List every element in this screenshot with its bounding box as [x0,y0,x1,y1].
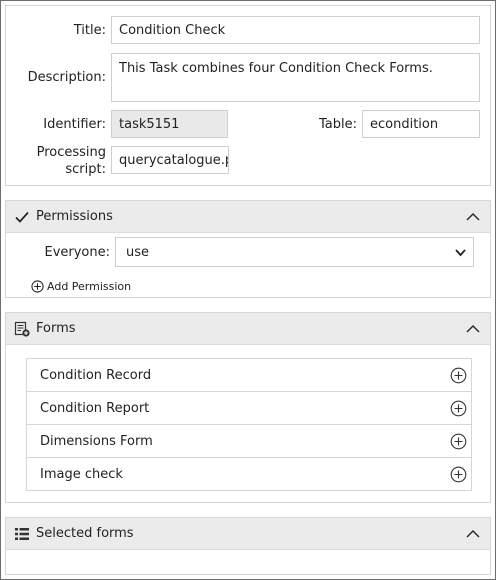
selected-forms-header[interactable]: Selected forms [6,518,490,550]
form-name: Image check [40,467,123,482]
description-label: Description: [27,70,106,85]
list-icon [15,528,29,540]
permissions-title: Permissions [36,209,113,224]
chevron-up-icon[interactable] [466,210,480,224]
description-textarea[interactable]: This Task combines four Condition Check … [111,53,480,102]
forms-panel: Forms Condition Record Condition Report [5,312,491,503]
chevron-down-icon [455,249,466,257]
add-circle-icon[interactable] [450,433,467,450]
add-permission-button[interactable]: Add Permission [31,278,131,294]
selected-forms-panel: Selected forms [5,517,491,575]
add-circle-icon [31,279,44,293]
list-item[interactable]: Image check [27,458,471,490]
title-input[interactable]: Condition Check [111,16,480,44]
processing-script-label-line1: Processing [36,145,106,160]
identifier-input: task5151 [111,110,228,138]
everyone-permission-value: use [126,245,150,260]
permissions-panel: Permissions Everyone: use Add Permission [5,200,491,298]
list-item[interactable]: Condition Record [27,359,471,392]
task-details-panel: Title: Condition Check Description: This… [5,5,491,186]
selected-forms-title: Selected forms [36,526,134,541]
add-permission-label: Add Permission [47,279,132,293]
title-label: Title: [73,23,106,38]
available-forms-list: Condition Record Condition Report Dimens… [26,358,472,491]
list-item[interactable]: Condition Report [27,392,471,425]
form-add-icon [14,321,30,337]
form-name: Condition Record [40,368,152,383]
table-input[interactable]: econdition [362,110,480,138]
table-label: Table: [319,117,357,132]
add-circle-icon[interactable] [450,466,467,483]
form-name: Dimensions Form [40,434,153,449]
everyone-permission-select[interactable]: use [115,237,474,267]
add-circle-icon[interactable] [450,367,467,384]
everyone-label: Everyone: [44,245,110,260]
processing-script-label-line2: script: [65,162,106,177]
identifier-label: Identifier: [43,117,106,132]
processing-script-input[interactable]: querycatalogue.pl [111,146,229,174]
forms-title: Forms [36,321,76,336]
checkmark-icon [15,211,29,223]
add-circle-icon[interactable] [450,400,467,417]
chevron-up-icon[interactable] [466,527,480,541]
form-name: Condition Report [40,401,150,416]
task-editor-window: Title: Condition Check Description: This… [0,0,496,580]
permissions-header[interactable]: Permissions [6,201,490,233]
chevron-up-icon[interactable] [466,322,480,336]
forms-header[interactable]: Forms [6,313,490,345]
list-item[interactable]: Dimensions Form [27,425,471,458]
